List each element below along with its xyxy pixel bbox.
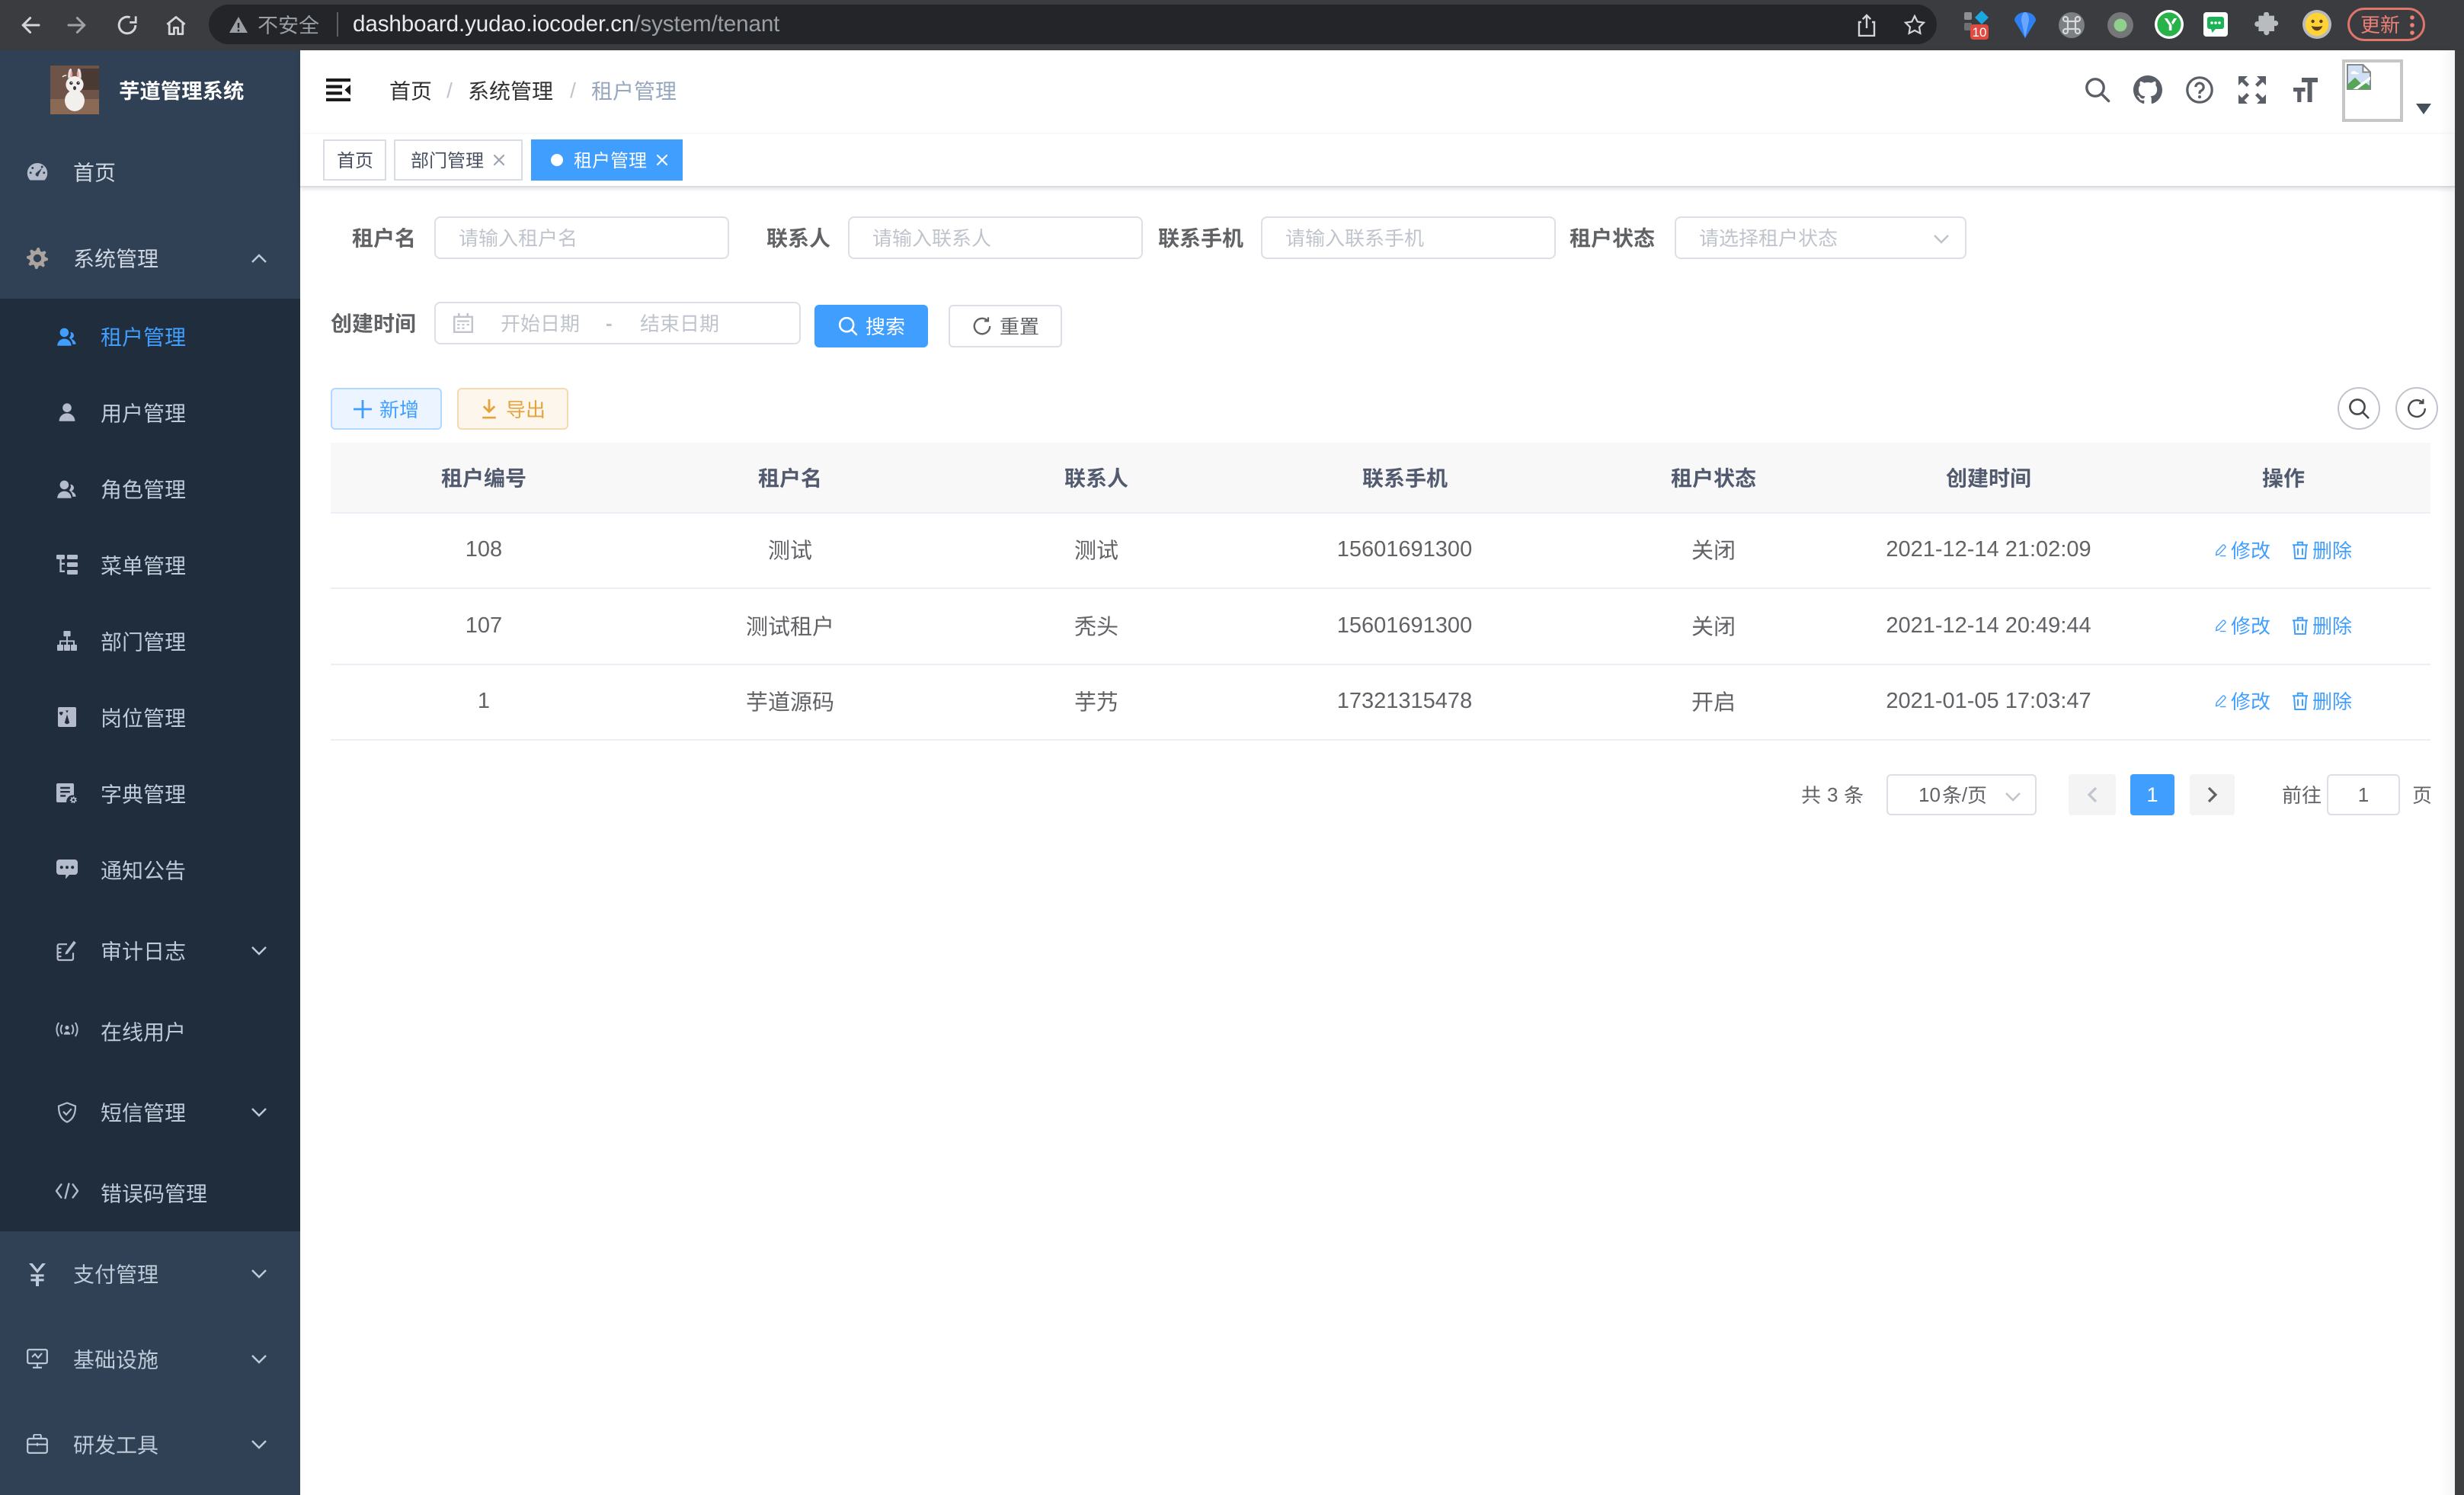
svg-text:10: 10	[1973, 25, 1987, 40]
